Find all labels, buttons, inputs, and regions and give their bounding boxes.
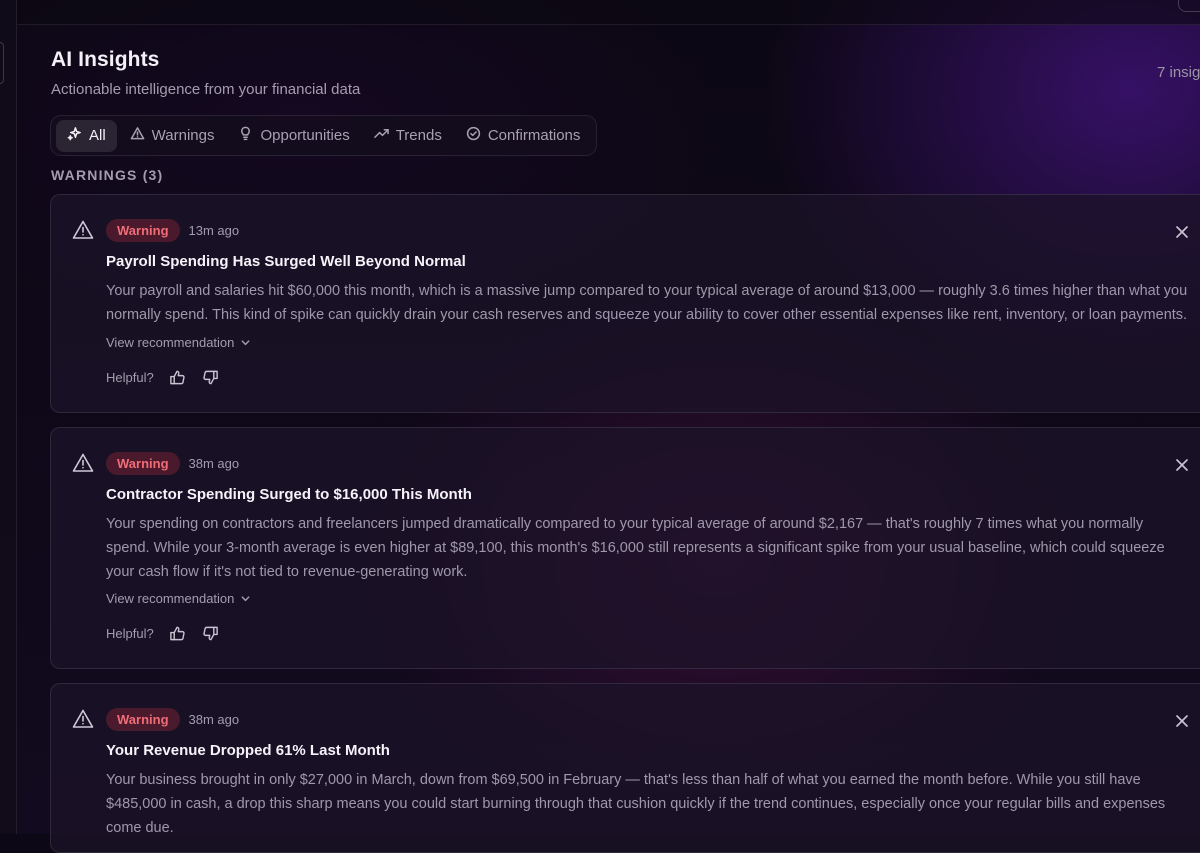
thumbs-down-button[interactable] (201, 624, 220, 643)
insight-card: Warning 13m ago Payroll Spending Has Sur… (50, 194, 1200, 413)
tab-trends[interactable]: Trends (363, 120, 453, 152)
insight-title: Contractor Spending Surged to $16,000 Th… (106, 486, 472, 503)
timestamp: 13m ago (188, 223, 240, 238)
top-right-button[interactable] (1178, 0, 1200, 12)
insight-card: Warning 38m ago Contractor Spending Surg… (50, 427, 1200, 669)
tab-warnings[interactable]: Warnings (119, 120, 226, 152)
view-recommendation-label: View recommendation (106, 591, 235, 606)
tab-label: Warnings (151, 127, 215, 144)
dismiss-button[interactable] (1171, 710, 1193, 732)
filter-tabs: All Warnings Opportunities Trends Confir… (50, 115, 598, 156)
sidebar-toggle-handle[interactable] (0, 42, 4, 84)
check-circle-icon (466, 126, 481, 145)
tab-all[interactable]: All (56, 119, 117, 152)
thumbs-up-button[interactable] (168, 368, 187, 387)
tab-label: All (89, 127, 106, 144)
insight-body: Your business brought in only $27,000 in… (106, 772, 1166, 836)
thumbs-down-button[interactable] (201, 368, 220, 387)
chevron-down-icon (241, 340, 250, 346)
card-meta: Warning 38m ago (106, 452, 239, 475)
status-badge: Warning (106, 452, 180, 475)
page-header: AI Insights Actionable intelligence from… (51, 48, 360, 98)
lightbulb-icon (238, 126, 253, 145)
chevron-down-icon (241, 596, 250, 602)
card-meta: Warning 38m ago (106, 708, 239, 731)
thumbs-up-icon (169, 370, 185, 385)
dismiss-button[interactable] (1171, 221, 1193, 243)
helpful-feedback: Helpful? (106, 624, 220, 643)
timestamp: 38m ago (188, 712, 240, 727)
tab-label: Trends (395, 127, 442, 144)
helpful-label: Helpful? (106, 626, 154, 641)
close-icon (1176, 715, 1188, 727)
insight-title: Payroll Spending Has Surged Well Beyond … (106, 253, 466, 270)
insight-card: Warning 38m ago Your Revenue Dropped 61%… (50, 683, 1200, 853)
view-recommendation-toggle[interactable]: View recommendation (106, 335, 251, 350)
thumbs-down-icon (203, 370, 218, 385)
sidebar-rail (0, 0, 17, 834)
tab-label: Confirmations (487, 127, 581, 144)
thumbs-up-icon (169, 626, 185, 641)
warning-triangle-icon (72, 452, 94, 474)
helpful-label: Helpful? (106, 370, 154, 385)
warning-triangle-icon (130, 126, 145, 145)
thumbs-down-icon (203, 626, 218, 641)
section-heading-warnings: WARNINGS (3) (51, 167, 164, 183)
insight-title: Your Revenue Dropped 61% Last Month (106, 742, 390, 759)
top-bar (17, 0, 1200, 25)
dismiss-button[interactable] (1171, 454, 1193, 476)
status-badge: Warning (106, 219, 180, 242)
insight-body: Your payroll and salaries hit $60,000 th… (106, 283, 1188, 323)
view-recommendation-label: View recommendation (106, 335, 235, 350)
timestamp: 38m ago (188, 456, 240, 471)
tab-opportunities[interactable]: Opportunities (227, 120, 360, 152)
status-badge: Warning (106, 708, 180, 731)
helpful-feedback: Helpful? (106, 368, 220, 387)
trending-up-icon (373, 126, 389, 145)
thumbs-up-button[interactable] (168, 624, 187, 643)
tab-confirmations[interactable]: Confirmations (455, 120, 592, 152)
view-recommendation-toggle[interactable]: View recommendation (106, 591, 251, 606)
page-subtitle: Actionable intelligence from your financ… (51, 81, 361, 98)
sparkles-icon (67, 126, 82, 145)
warning-triangle-icon (72, 708, 94, 730)
tab-label: Opportunities (260, 127, 350, 144)
card-meta: Warning 13m ago (106, 219, 239, 242)
insight-count: 7 insig (1157, 64, 1200, 81)
close-icon (1176, 459, 1188, 471)
page-title: AI Insights (51, 48, 160, 71)
close-icon (1176, 226, 1188, 238)
insight-body: Your spending on contractors and freelan… (106, 516, 1165, 580)
warning-triangle-icon (72, 219, 94, 241)
